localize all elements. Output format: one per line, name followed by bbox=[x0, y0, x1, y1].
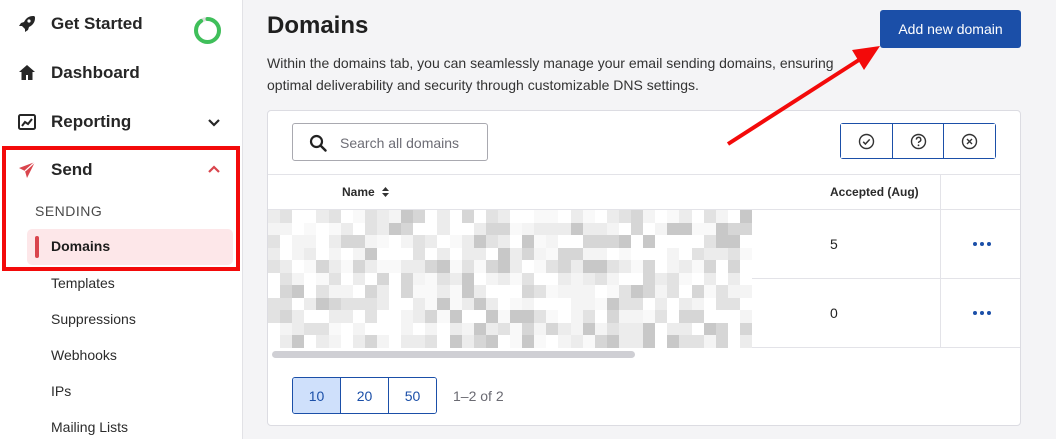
page-size-10[interactable]: 10 bbox=[293, 378, 341, 413]
help-circle-icon bbox=[910, 133, 926, 149]
search-input[interactable]: Search all domains bbox=[292, 123, 488, 161]
horizontal-scrollbar[interactable] bbox=[272, 351, 635, 358]
progress-ring bbox=[194, 17, 221, 44]
column-header-name[interactable]: Name bbox=[342, 185, 390, 199]
nav-dashboard[interactable]: Dashboard bbox=[0, 55, 242, 91]
nav-get-started[interactable]: Get Started bbox=[0, 6, 242, 44]
table-cell-accepted: 0 bbox=[830, 305, 838, 321]
filter-disabled-button[interactable] bbox=[944, 124, 996, 158]
search-icon bbox=[309, 134, 327, 152]
pagination-range: 1–2 of 2 bbox=[453, 388, 504, 404]
check-circle-icon bbox=[858, 133, 875, 149]
sort-icon bbox=[381, 187, 389, 197]
nav-label: Reporting bbox=[51, 112, 132, 131]
add-new-domain-button[interactable]: Add new domain bbox=[880, 10, 1021, 48]
table-cell-accepted: 5 bbox=[830, 236, 838, 252]
redacted-domain-names bbox=[268, 210, 752, 348]
table-divider bbox=[268, 174, 1020, 175]
search-placeholder: Search all domains bbox=[340, 135, 460, 151]
column-header-label: Name bbox=[342, 185, 375, 199]
sidebar-item-webhooks[interactable]: Webhooks bbox=[51, 347, 117, 363]
sidebar-item-suppressions[interactable]: Suppressions bbox=[51, 311, 136, 327]
table-column-divider bbox=[940, 174, 941, 348]
home-icon bbox=[17, 63, 37, 83]
status-filter-group bbox=[840, 123, 996, 159]
page-size-20[interactable]: 20 bbox=[341, 378, 389, 413]
filter-unverified-button[interactable] bbox=[892, 124, 945, 158]
sidebar-item-templates[interactable]: Templates bbox=[51, 275, 115, 291]
column-header-accepted: Accepted (Aug) bbox=[830, 185, 919, 199]
nav-reporting[interactable]: Reporting bbox=[0, 104, 242, 140]
row-actions-button[interactable] bbox=[973, 241, 991, 247]
page-size-selector: 10 20 50 bbox=[292, 377, 437, 414]
chevron-down-icon bbox=[208, 119, 220, 127]
page-size-50[interactable]: 50 bbox=[389, 378, 436, 413]
sidebar: Get Started Dashboard Reporting Send SEN… bbox=[0, 0, 243, 439]
row-actions-button[interactable] bbox=[973, 310, 991, 316]
nav-label: Get Started bbox=[51, 14, 143, 33]
sidebar-item-mailing-lists[interactable]: Mailing Lists bbox=[51, 419, 128, 435]
filter-verified-button[interactable] bbox=[841, 124, 893, 158]
x-circle-icon bbox=[961, 133, 978, 149]
rocket-icon bbox=[17, 14, 37, 34]
page-title: Domains bbox=[267, 12, 369, 39]
page-description: Within the domains tab, you can seamless… bbox=[267, 55, 834, 93]
nav-label: Dashboard bbox=[51, 63, 140, 82]
sidebar-item-ips[interactable]: IPs bbox=[51, 383, 71, 399]
highlight-box bbox=[2, 146, 240, 271]
chart-icon bbox=[17, 112, 37, 132]
